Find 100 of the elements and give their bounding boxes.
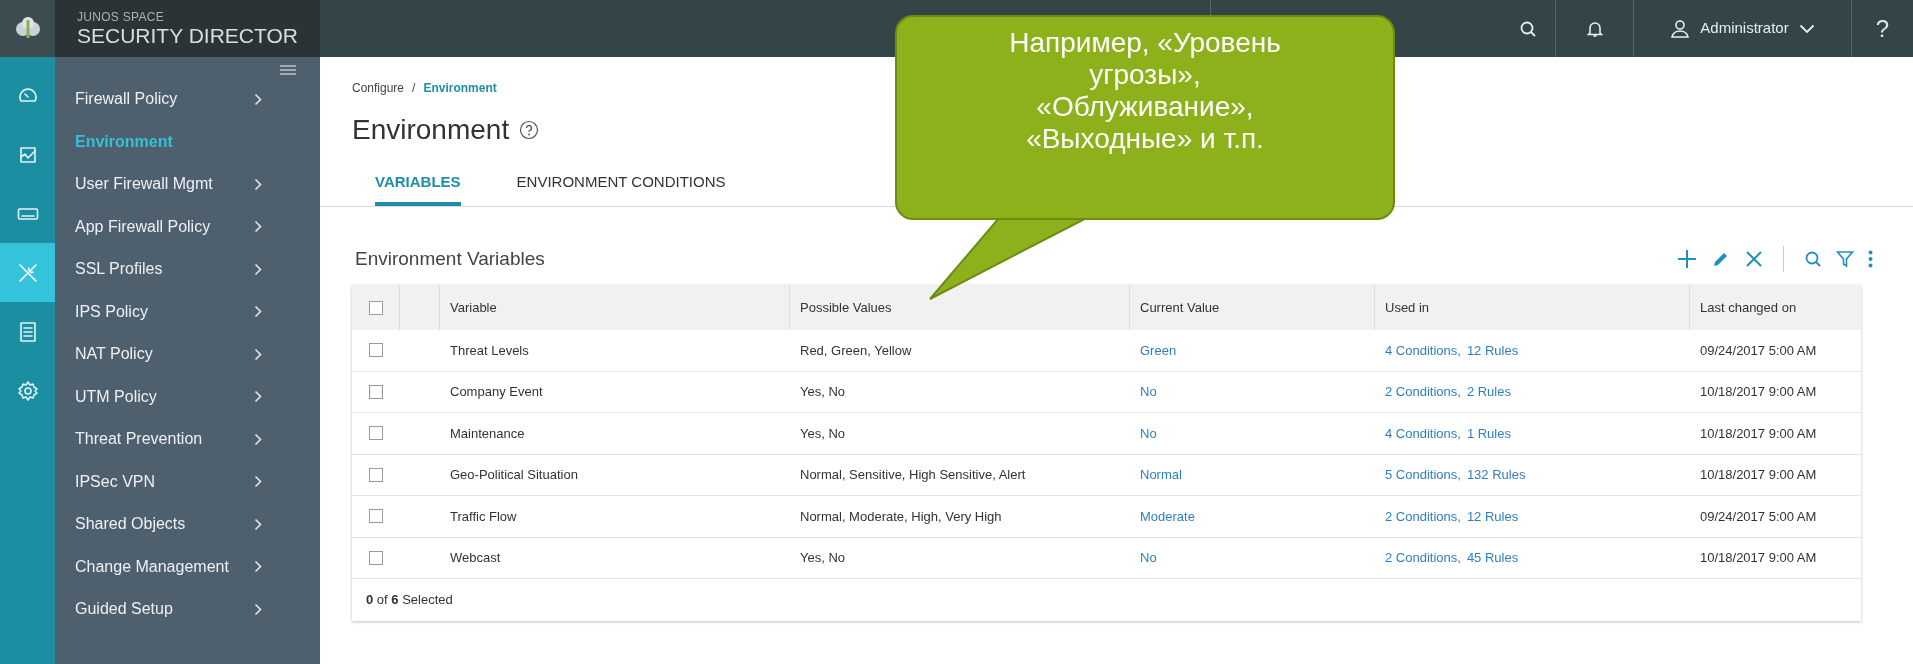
checkbox[interactable] bbox=[369, 384, 383, 399]
breadcrumb-current: Environment bbox=[423, 80, 497, 97]
table-cell-text: Normal, Sensitive, High Sensitive, Alert bbox=[799, 466, 1027, 484]
current-value-link[interactable]: No bbox=[1130, 382, 1157, 402]
conditions-link[interactable]: 4 Conditions, bbox=[1385, 423, 1461, 443]
sidebar-item[interactable]: User Firewall Mgmt bbox=[55, 163, 320, 206]
document-icon bbox=[18, 320, 37, 343]
table-cell-text: Threat Levels bbox=[449, 341, 530, 360]
chevron-right-icon bbox=[254, 305, 262, 319]
rules-link[interactable]: 45 Rules bbox=[1466, 548, 1519, 568]
conditions-link[interactable]: 2 Conditions, bbox=[1385, 506, 1461, 526]
current-value-link[interactable]: Green bbox=[1130, 340, 1177, 360]
chevron-right-icon bbox=[254, 517, 262, 531]
table-cell-text: Yes, No bbox=[799, 424, 847, 443]
rules-link[interactable]: 2 Rules bbox=[1466, 382, 1511, 402]
current-value-link[interactable]: No bbox=[1130, 423, 1157, 443]
chevron-right-icon bbox=[254, 262, 262, 276]
chevron-right-icon bbox=[254, 177, 262, 191]
search-icon bbox=[1519, 19, 1537, 38]
breadcrumb-link[interactable]: Configure bbox=[352, 79, 405, 97]
sidebar-item[interactable]: Change Management bbox=[55, 545, 320, 588]
help-button[interactable]: ? bbox=[1851, 0, 1913, 57]
grid-title: Environment Variables bbox=[354, 246, 545, 271]
more-icon[interactable] bbox=[1868, 249, 1873, 268]
conditions-link[interactable]: 5 Conditions, bbox=[1385, 465, 1461, 485]
help-icon[interactable] bbox=[519, 120, 540, 140]
table-cell-text: 10/18/2017 9:00 AM bbox=[1699, 466, 1818, 484]
table-cell-text: Yes, No bbox=[799, 549, 847, 567]
chevron-right-icon bbox=[254, 390, 262, 404]
sidebar-item[interactable]: NAT Policy bbox=[55, 333, 320, 376]
chevron-right-icon bbox=[254, 347, 262, 361]
filter-icon[interactable] bbox=[1836, 249, 1854, 268]
column-header[interactable]: Last changed on bbox=[1700, 297, 1797, 318]
table-cell-text: Maintenance bbox=[449, 424, 526, 443]
conditions-link[interactable]: 2 Conditions, bbox=[1385, 382, 1461, 402]
column-header[interactable]: Variable bbox=[450, 297, 497, 318]
checkbox[interactable] bbox=[369, 467, 383, 482]
checkbox[interactable] bbox=[369, 426, 383, 441]
user-icon bbox=[1670, 18, 1691, 39]
table-cell-text: 10/18/2017 9:00 AM bbox=[1699, 424, 1818, 443]
bell-icon bbox=[1585, 19, 1604, 38]
conditions-link[interactable]: 4 Conditions, bbox=[1385, 340, 1461, 360]
table-cell-text: Red, Green, Yellow bbox=[799, 341, 913, 360]
column-header[interactable]: Used in bbox=[1385, 297, 1430, 318]
sidebar-item[interactable]: Guided Setup bbox=[55, 588, 320, 631]
table-cell-text: Traffic Flow bbox=[449, 507, 518, 526]
checkbox[interactable] bbox=[369, 509, 383, 524]
sidebar-item[interactable]: IPSec VPN bbox=[55, 460, 320, 503]
selection-count: 0 of 6 Selected bbox=[366, 591, 453, 610]
chevron-down-icon bbox=[1798, 23, 1815, 34]
current-value-link[interactable]: Normal bbox=[1130, 465, 1182, 485]
table-cell-text: 09/24/2017 5:00 AM bbox=[1699, 507, 1818, 526]
rules-link[interactable]: 12 Rules bbox=[1466, 506, 1519, 526]
checkbox[interactable] bbox=[368, 300, 383, 315]
chevron-right-icon bbox=[254, 92, 262, 106]
chevron-right-icon bbox=[254, 560, 262, 574]
rules-link[interactable]: 12 Rules bbox=[1466, 340, 1519, 360]
column-header[interactable]: Current Value bbox=[1140, 297, 1220, 318]
search-icon[interactable] bbox=[1804, 249, 1822, 268]
table-cell-text: Company Event bbox=[449, 383, 544, 401]
close-icon[interactable] bbox=[1745, 249, 1763, 268]
checkbox[interactable] bbox=[369, 550, 383, 565]
column-header[interactable]: Possible Values bbox=[800, 297, 892, 318]
tab[interactable]: VARIABLES bbox=[375, 169, 461, 206]
sidebar-item[interactable]: Firewall Policy bbox=[55, 78, 320, 121]
sidebar-item[interactable]: IPS Policy bbox=[55, 290, 320, 333]
device-icon bbox=[16, 206, 39, 221]
sidebar-item[interactable]: App Firewall Policy bbox=[55, 205, 320, 248]
rules-link[interactable]: 132 Rules bbox=[1466, 465, 1526, 485]
sidebar-item[interactable]: Threat Prevention bbox=[55, 418, 320, 461]
table-cell-text: Webcast bbox=[449, 549, 502, 567]
table-cell-text: 10/18/2017 9:00 AM bbox=[1699, 383, 1818, 401]
chevron-right-icon bbox=[254, 602, 262, 616]
sidebar-item[interactable]: UTM Policy bbox=[55, 375, 320, 418]
tab[interactable]: ENVIRONMENT CONDITIONS bbox=[516, 169, 726, 206]
table-cell-text: 10/18/2017 9:00 AM bbox=[1699, 549, 1818, 567]
gear-icon bbox=[16, 379, 39, 402]
chevron-right-icon bbox=[254, 475, 262, 489]
table-cell-text: Normal, Moderate, High, Very High bbox=[799, 507, 1003, 526]
chevron-right-icon bbox=[254, 432, 262, 446]
table-cell-text: Geo-Political Situation bbox=[449, 466, 579, 484]
sidebar-item[interactable]: Environment bbox=[55, 120, 320, 163]
tools-icon bbox=[16, 261, 39, 284]
conditions-link[interactable]: 2 Conditions, bbox=[1385, 548, 1461, 568]
current-value-link[interactable]: No bbox=[1130, 548, 1157, 568]
sidebar-item[interactable]: Shared Objects bbox=[55, 503, 320, 546]
chevron-right-icon bbox=[254, 220, 262, 234]
brand-subtitle: JUNOS SPACE bbox=[77, 11, 166, 23]
user-menu-button[interactable]: Administrator bbox=[1633, 0, 1851, 57]
breadcrumb-separator: / bbox=[412, 80, 416, 97]
checkbox[interactable] bbox=[369, 343, 383, 358]
sidebar-item[interactable]: SSL Profiles bbox=[55, 248, 320, 291]
rules-link[interactable]: 1 Rules bbox=[1466, 423, 1511, 443]
add-icon[interactable] bbox=[1677, 248, 1697, 269]
chart-icon bbox=[17, 144, 38, 165]
current-value-link[interactable]: Moderate bbox=[1130, 506, 1195, 526]
table-cell-text: Yes, No bbox=[799, 383, 847, 401]
table-cell-text: 09/24/2017 5:00 AM bbox=[1699, 341, 1818, 360]
menu-icon[interactable] bbox=[280, 65, 296, 75]
brand-title: SECURITY DIRECTOR bbox=[77, 25, 299, 46]
